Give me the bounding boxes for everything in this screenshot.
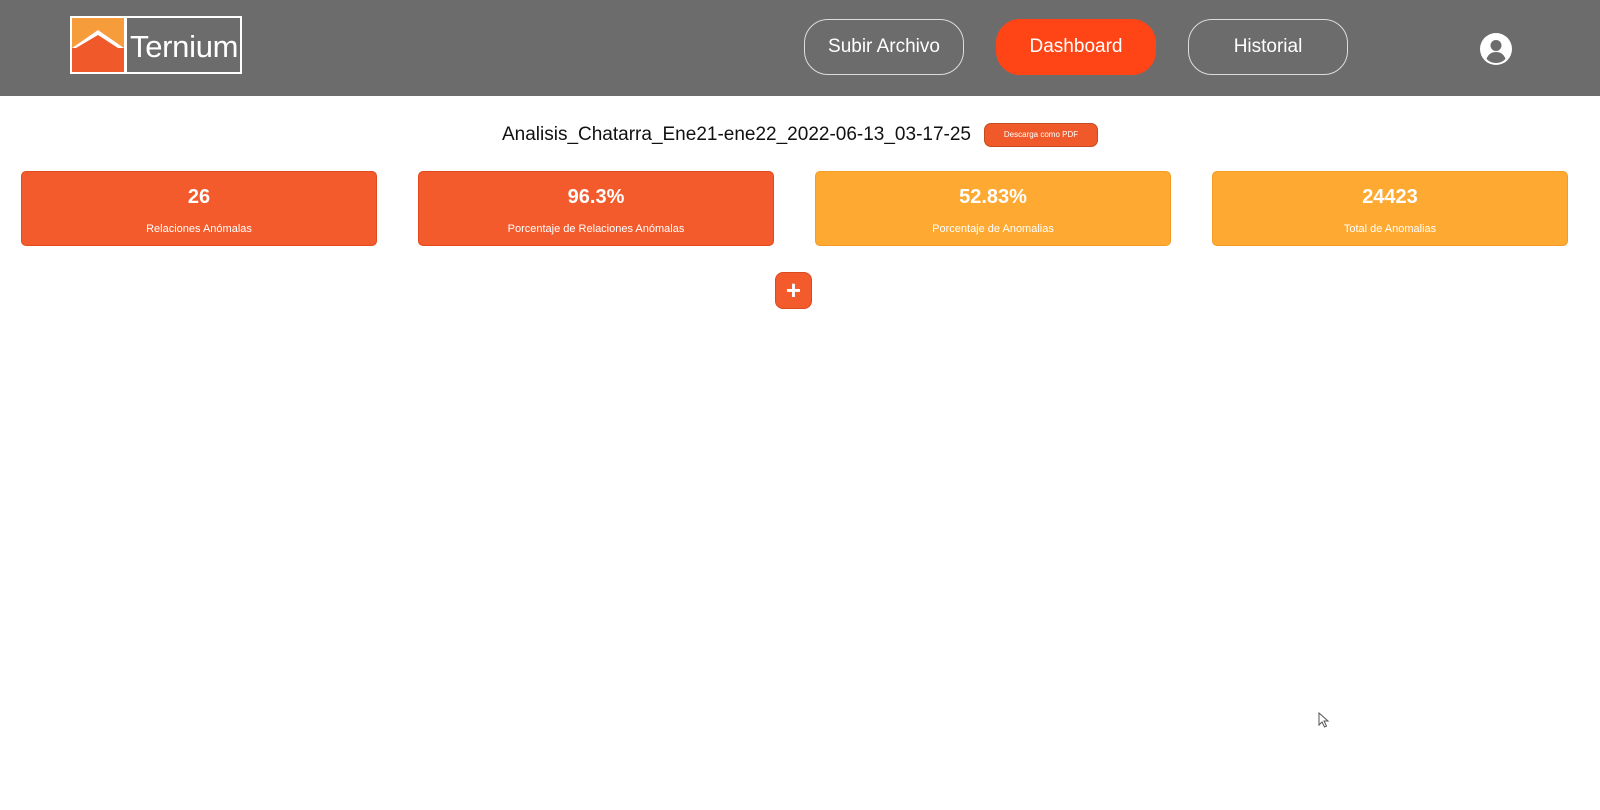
logo-divider [124,18,127,72]
kpi-card-porcentaje-anomalias: 52.83% Porcentaje de Anomalias [815,171,1171,246]
add-widget-button[interactable]: + [775,272,812,309]
kpi-label: Porcentaje de Anomalias [932,223,1054,235]
ternium-logo[interactable]: Ternium [70,16,242,74]
nav-historial-button[interactable]: Historial [1188,19,1348,75]
kpi-label: Relaciones Anómalas [146,223,252,235]
top-navigation-bar: Ternium Subir Archivo Dashboard Historia… [0,0,1600,96]
kpi-card-relaciones-anomalas: 26 Relaciones Anómalas [21,171,377,246]
logo-wordmark: Ternium [130,29,239,64]
kpi-card-total-anomalias: 24423 Total de Anomalias [1212,171,1568,246]
report-title-row: Analisis_Chatarra_Ene21-ene22_2022-06-13… [0,120,1600,150]
kpi-label: Porcentaje de Relaciones Anómalas [507,223,685,235]
kpi-label: Total de Anomalias [1343,223,1437,235]
kpi-card-porcentaje-relaciones: 96.3% Porcentaje de Relaciones Anómalas [418,171,774,246]
kpi-value: 24423 [1362,186,1418,208]
nav-subir-archivo-button[interactable]: Subir Archivo [804,19,964,75]
page-title: Analisis_Chatarra_Ene21-ene22_2022-06-13… [501,124,971,145]
kpi-value: 52.83% [959,186,1027,208]
download-pdf-button[interactable]: Descarga como PDF [984,123,1098,147]
nav-dashboard-button[interactable]: Dashboard [996,19,1156,75]
mouse-pointer-icon [1318,711,1330,728]
logo-mark-icon [72,18,124,72]
kpi-value: 26 [187,186,211,208]
user-circle-icon[interactable] [1480,33,1512,65]
kpi-value: 96.3% [567,186,625,208]
